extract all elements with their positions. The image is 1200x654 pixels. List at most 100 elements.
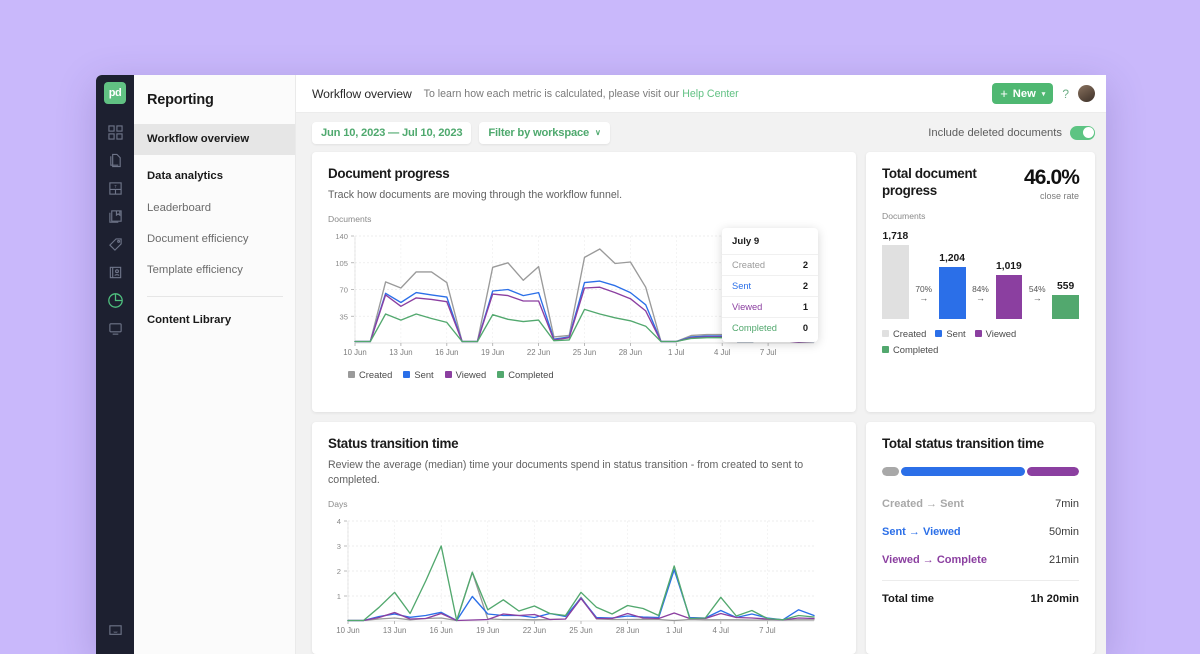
- svg-text:22 Jun: 22 Jun: [523, 626, 546, 635]
- chart-tooltip: July 9 Created 2 Sent 2 Viewed: [722, 228, 818, 342]
- tag-icon[interactable]: [96, 230, 134, 258]
- transition-divider: [882, 580, 1079, 581]
- total-time-label: Total time: [882, 593, 934, 605]
- legend-swatch: [882, 346, 889, 353]
- transition-value: 7min: [1055, 498, 1079, 510]
- svg-text:19 Jun: 19 Jun: [481, 348, 504, 357]
- legend-label: Sent: [414, 369, 433, 380]
- help-center-link[interactable]: Help Center: [682, 88, 739, 100]
- date-range-label: Jun 10, 2023 — Jul 10, 2023: [321, 127, 462, 139]
- date-range-picker[interactable]: Jun 10, 2023 — Jul 10, 2023: [312, 122, 471, 144]
- svg-text:28 Jun: 28 Jun: [616, 626, 639, 635]
- include-deleted-toggle-group: Include deleted documents: [928, 126, 1095, 140]
- svg-text:70: 70: [340, 286, 348, 295]
- tooltip-label: Created: [732, 260, 765, 270]
- svg-text:10 Jun: 10 Jun: [343, 348, 366, 357]
- tooltip-value: 2: [803, 281, 808, 291]
- conversion-rate: 70%→: [909, 284, 939, 319]
- arrow-right-icon: →: [1022, 294, 1052, 303]
- document-progress-card: Document progress Track how documents ar…: [312, 152, 856, 412]
- tooltip-row-viewed: Viewed 1: [722, 296, 818, 317]
- svg-text:3: 3: [337, 542, 341, 551]
- app-logo[interactable]: pd: [104, 82, 126, 104]
- bar-value-label: 559: [1057, 281, 1074, 292]
- sidebar-item-template-efficiency[interactable]: Template efficiency: [134, 255, 295, 286]
- tooltip-row-sent: Sent 2: [722, 275, 818, 296]
- bar-group[interactable]: 559: [1052, 227, 1079, 319]
- help-hint: To learn how each metric is calculated, …: [424, 88, 739, 100]
- help-icon[interactable]: ?: [1062, 87, 1069, 101]
- svg-text:16 Jun: 16 Jun: [429, 626, 452, 635]
- legend-swatch: [348, 371, 355, 378]
- legend-item[interactable]: Sent: [403, 369, 433, 380]
- legend-item[interactable]: Sent: [935, 328, 965, 339]
- svg-text:140: 140: [335, 232, 348, 241]
- total-document-progress-title: Total document progress: [882, 166, 992, 200]
- sidebar-item-leaderboard[interactable]: Leaderboard: [134, 193, 295, 224]
- transition-total-row: Total time 1h 20min: [882, 583, 1079, 605]
- sidebar-section-data-analytics[interactable]: Data analytics: [134, 155, 295, 192]
- reporting-pie-icon[interactable]: [96, 286, 134, 314]
- templates-icon[interactable]: T: [96, 174, 134, 202]
- legend-item[interactable]: Created: [348, 369, 392, 380]
- svg-text:4 Jul: 4 Jul: [714, 348, 731, 357]
- close-rate-block: 46.0% close rate: [1024, 166, 1079, 201]
- bar-group[interactable]: 1,718: [882, 227, 909, 319]
- legend-item[interactable]: Completed: [497, 369, 553, 380]
- tooltip-value: 1: [803, 302, 808, 312]
- icon-rail: pd T: [96, 75, 134, 654]
- transition-label: Viewed → Complete: [882, 554, 987, 566]
- total-document-progress-card: Total document progress 46.0% close rate…: [866, 152, 1095, 412]
- svg-text:25 Jun: 25 Jun: [569, 626, 592, 635]
- legend-label: Completed: [893, 344, 938, 355]
- sidebar-item-document-efficiency[interactable]: Document efficiency: [134, 224, 295, 255]
- svg-text:16 Jun: 16 Jun: [435, 348, 458, 357]
- arrow-right-icon: →: [966, 294, 996, 303]
- legend-item[interactable]: Completed: [882, 344, 938, 355]
- transition-row-viewed-complete: Viewed → Complete 21min: [882, 546, 1079, 574]
- new-button-label: New: [1013, 88, 1036, 100]
- status-transition-description: Review the average (median) time your do…: [328, 458, 840, 489]
- legend-item[interactable]: Viewed: [445, 369, 487, 380]
- sidebar-item-content-library[interactable]: Content Library: [134, 305, 295, 336]
- catalog-icon[interactable]: [96, 202, 134, 230]
- legend-swatch: [975, 330, 982, 337]
- bar-group[interactable]: 1,019: [996, 227, 1023, 319]
- filter-bar: Jun 10, 2023 — Jul 10, 2023 Filter by wo…: [296, 113, 1106, 152]
- inbox-tray-icon[interactable]: [96, 616, 134, 644]
- documents-icon[interactable]: [96, 146, 134, 174]
- legend-swatch: [403, 371, 410, 378]
- status-transition-chart[interactable]: 123410 Jun13 Jun16 Jun19 Jun22 Jun25 Jun…: [328, 517, 840, 640]
- conversion-rate: 54%→: [1022, 284, 1052, 319]
- new-button[interactable]: + New ▾: [992, 83, 1053, 104]
- top-bar: Workflow overview To learn how each metr…: [296, 75, 1106, 113]
- bar: [882, 245, 909, 319]
- document-progress-chart[interactable]: 357010514010 Jun13 Jun16 Jun19 Jun22 Jun…: [328, 232, 840, 365]
- document-progress-title: Document progress: [328, 166, 840, 181]
- bar-chart-axis-label: Documents: [882, 211, 1079, 221]
- bar-group[interactable]: 1,204: [939, 227, 966, 319]
- legend-item[interactable]: Viewed: [975, 328, 1017, 339]
- workspace-icon[interactable]: [96, 314, 134, 342]
- include-deleted-toggle[interactable]: [1070, 126, 1095, 140]
- svg-text:28 Jun: 28 Jun: [619, 348, 642, 357]
- contacts-icon[interactable]: [96, 258, 134, 286]
- bar: [996, 275, 1023, 319]
- legend-item[interactable]: Created: [882, 328, 926, 339]
- total-progress-bar-chart[interactable]: 1,71870%→1,20484%→1,01954%→559: [882, 227, 1079, 319]
- include-deleted-label: Include deleted documents: [928, 127, 1062, 139]
- svg-text:25 Jun: 25 Jun: [573, 348, 596, 357]
- svg-text:13 Jun: 13 Jun: [389, 348, 412, 357]
- legend-label: Created: [359, 369, 392, 380]
- legend-swatch: [497, 371, 504, 378]
- avatar[interactable]: [1078, 85, 1095, 102]
- svg-text:1 Jul: 1 Jul: [666, 626, 683, 635]
- dashboard-grid-icon[interactable]: [96, 118, 134, 146]
- sidebar-item-workflow-overview[interactable]: Workflow overview: [134, 124, 295, 155]
- close-rate-value: 46.0%: [1024, 166, 1079, 190]
- legend-label: Viewed: [986, 328, 1017, 339]
- svg-text:35: 35: [340, 313, 348, 322]
- sidebar-divider: [147, 296, 283, 297]
- legend-label: Created: [893, 328, 926, 339]
- workspace-filter-dropdown[interactable]: Filter by workspace ∨: [479, 122, 609, 144]
